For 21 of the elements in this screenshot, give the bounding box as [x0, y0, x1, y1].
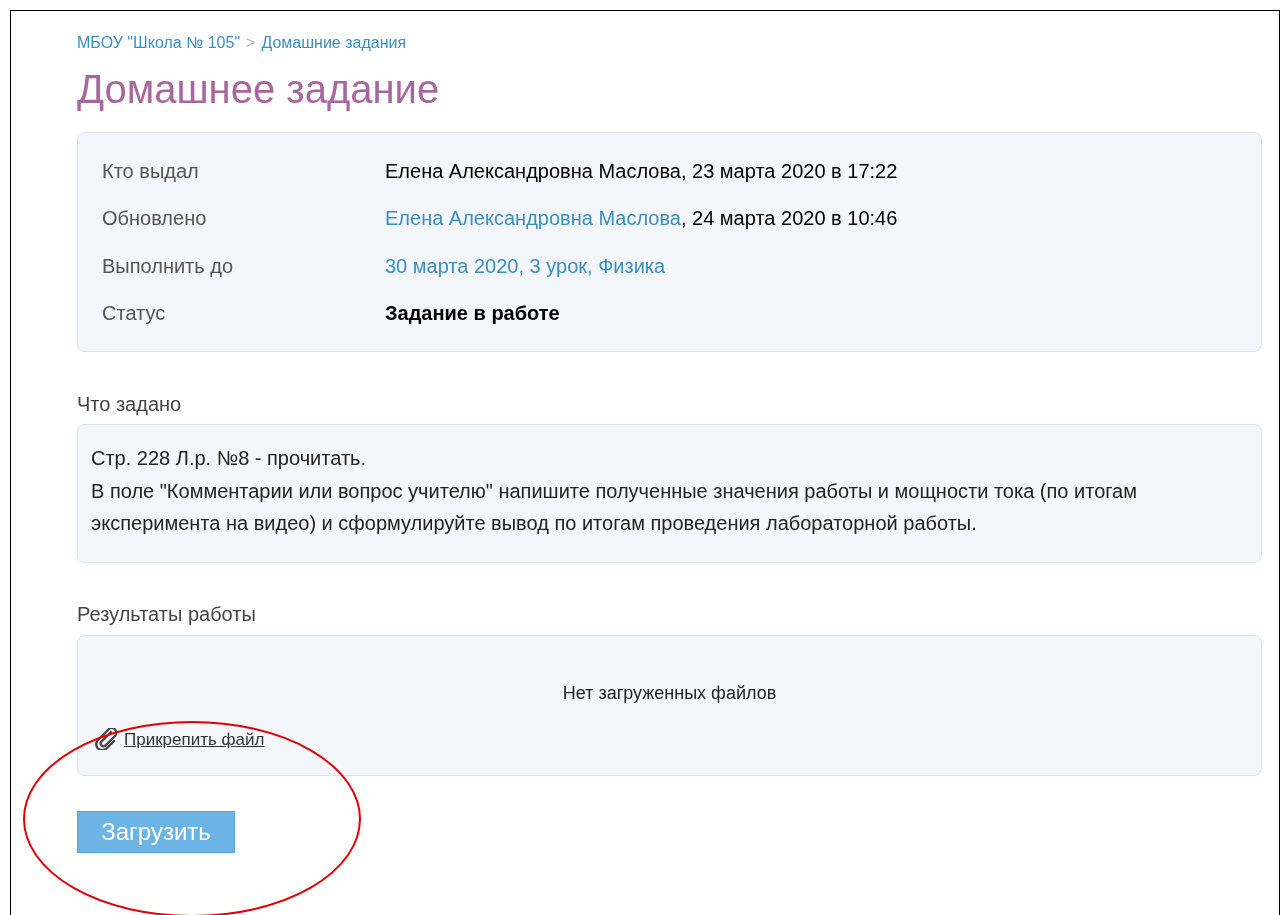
section-heading: Что задано: [77, 392, 183, 417]
paperclip-icon: [94, 728, 120, 751]
field-label: Обновлено: [102, 206, 208, 232]
section-heading: Результаты работы: [77, 601, 257, 627]
value-link[interactable]: Елена Александровна Маслова: [385, 203, 681, 234]
breadcrumb-link[interactable]: Домашние задания: [261, 31, 407, 55]
value-link[interactable]: 30 марта 2020, 3 урок, Физика: [385, 250, 666, 281]
upload-button[interactable]: Загрузить: [77, 810, 235, 853]
field-label: Кто выдал: [102, 158, 200, 184]
field-value: Задание в работе: [385, 301, 560, 327]
task-text: Стр. 228 Л.р. №8 - прочитать.: [91, 446, 368, 471]
field-label: Выполнить до: [102, 253, 235, 279]
attach-file-link[interactable]: Прикрепить файл: [124, 726, 265, 752]
breadcrumb-link[interactable]: МБОУ "Школа № 105": [77, 31, 241, 55]
empty-message: Нет загруженных файлов: [562, 681, 777, 705]
task-text: В поле "Комментарии или вопрос учителю" напишите полученные значения работы и мощности тока (по итогам эксперимента на видео) и сформулируйте вывод по итогам проведения лабораторной работы.: [91, 478, 1138, 536]
breadcrumb-separator: >: [246, 33, 256, 53]
page-title: Домашнее задание: [77, 66, 441, 113]
field-value: , 24 марта 2020 в 10:46: [680, 206, 898, 232]
field-value: Елена Александровна Маслова, 23 марта 2020 в 17:22: [385, 158, 898, 184]
field-label: Статус: [102, 301, 167, 327]
